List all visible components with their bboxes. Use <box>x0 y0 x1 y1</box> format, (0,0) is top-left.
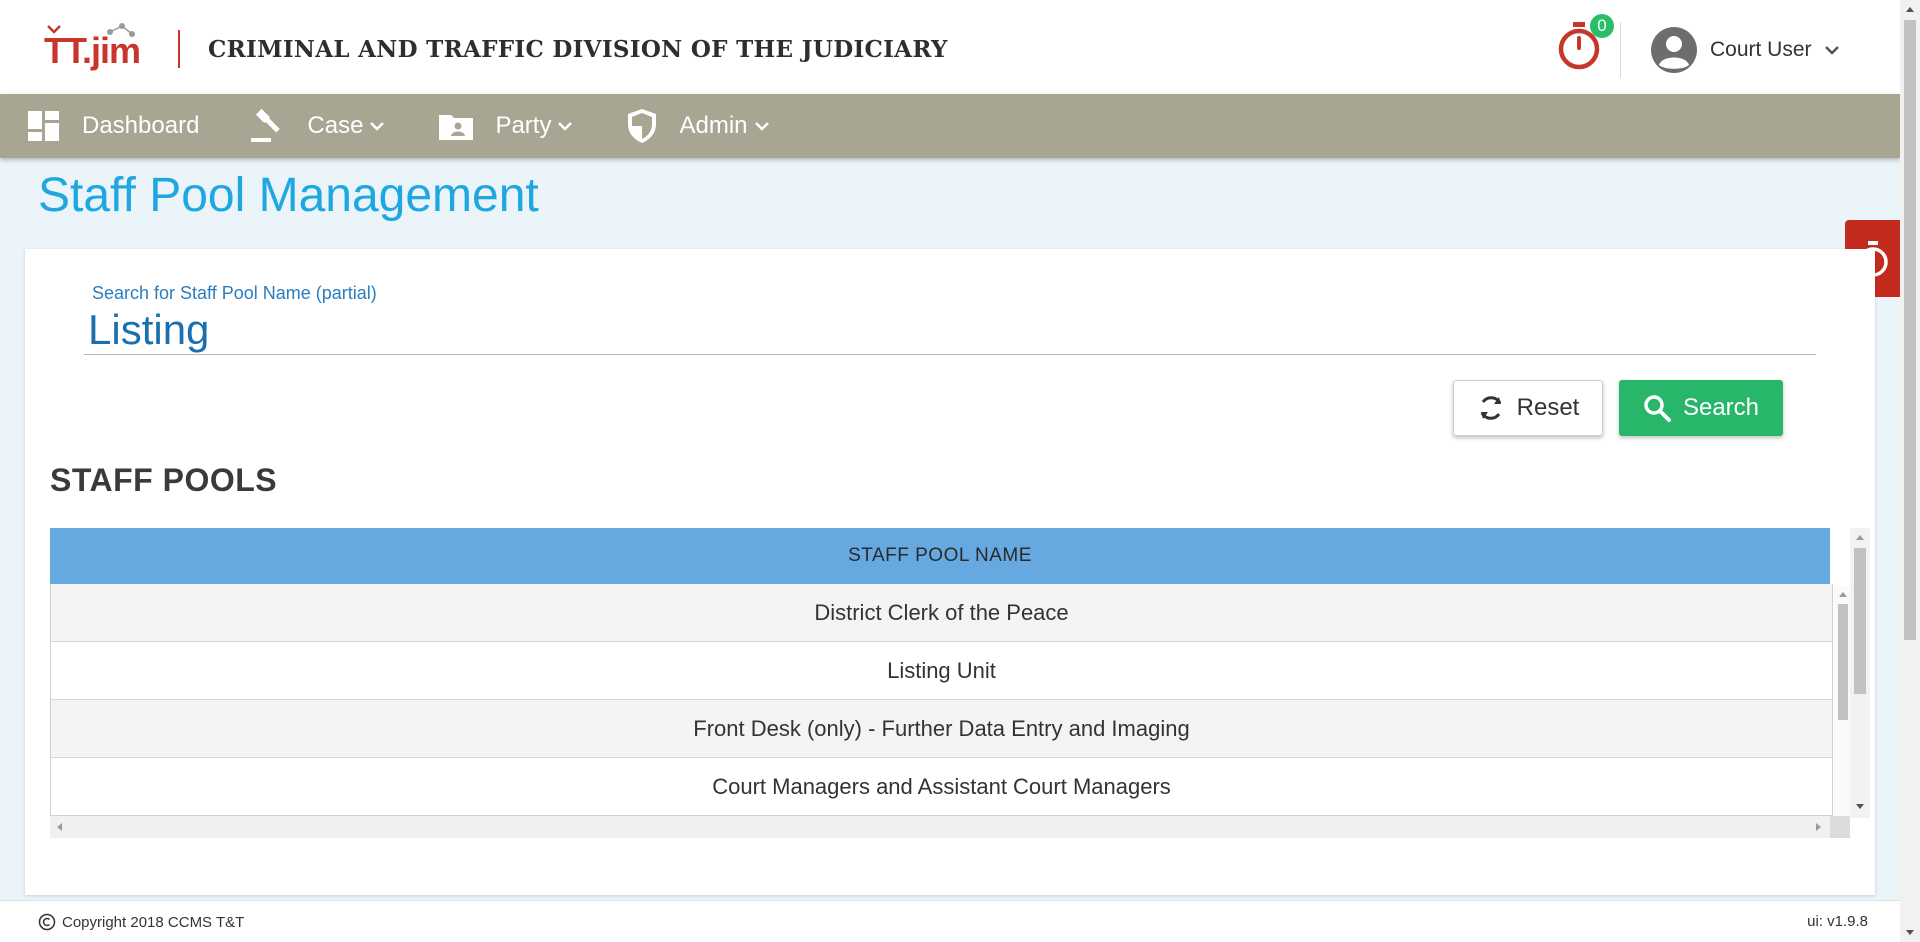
nav-item-dashboard[interactable]: Dashboard <box>28 94 199 158</box>
user-avatar-icon <box>1651 27 1697 73</box>
main-nav: Dashboard Case Party Admin <box>0 94 1900 158</box>
staff-pools-grid: STAFF POOL NAME District Clerk of the Pe… <box>50 528 1870 838</box>
chevron-down-icon <box>369 121 385 131</box>
page-vertical-scrollbar[interactable] <box>1900 0 1920 942</box>
page-footer: Copyright 2018 CCMS T&T ui: v1.9.8 <box>0 900 1900 942</box>
chevron-down-icon <box>754 121 770 131</box>
search-icon <box>1644 395 1671 422</box>
nav-label-party: Party <box>495 112 552 139</box>
grid-vertical-scrollbar[interactable] <box>1850 528 1870 818</box>
reset-button-label: Reset <box>1516 394 1580 421</box>
user-menu[interactable]: Court User <box>1650 26 1840 74</box>
grid-horizontal-scrollbar[interactable] <box>50 816 1850 838</box>
copyright-text: Copyright 2018 CCMS T&T <box>62 913 245 931</box>
app-title: CRIMINAL AND TRAFFIC DIVISION OF THE JUD… <box>208 36 948 63</box>
search-label: Search for Staff Pool Name (partial) <box>92 283 377 303</box>
reset-button[interactable]: Reset <box>1453 380 1603 436</box>
nav-label-dashboard: Dashboard <box>82 112 200 139</box>
timer-count-badge: 0 <box>1590 14 1614 38</box>
scrollbar-graphic <box>1854 535 1866 809</box>
table-row[interactable]: Listing Unit <box>51 642 1832 700</box>
chevron-down-icon <box>557 121 573 131</box>
chevron-down-icon <box>1824 46 1839 55</box>
page-title: Staff Pool Management <box>38 169 539 222</box>
refresh-icon <box>1480 396 1501 420</box>
tt-jim-logo[interactable]: TT.jim <box>44 22 148 74</box>
table-row[interactable]: District Clerk of the Peace <box>51 584 1832 642</box>
dashboard-icon <box>28 111 60 141</box>
app-header: TT.jim CRIMINAL AND TRAFFIC DIVISION OF … <box>0 0 1900 94</box>
folder-person-icon <box>439 112 474 140</box>
nav-item-case[interactable]: Case <box>249 94 385 158</box>
header-timer-button[interactable]: 0 <box>1556 14 1614 72</box>
search-button-label: Search <box>1682 394 1760 421</box>
logo-divider <box>178 30 180 68</box>
search-button[interactable]: Search <box>1619 380 1783 436</box>
logo-text: TT.jim <box>44 30 141 71</box>
grid-body: District Clerk of the Peace Listing Unit… <box>50 584 1833 816</box>
nav-label-case: Case <box>307 112 364 139</box>
search-card: Search for Staff Pool Name (partial) Res… <box>25 249 1875 895</box>
user-name: Court User <box>1710 38 1812 61</box>
nav-item-admin[interactable]: Admin <box>627 94 769 158</box>
table-row[interactable]: Front Desk (only) - Further Data Entry a… <box>51 700 1832 758</box>
nav-label-admin: Admin <box>679 112 748 139</box>
nav-item-party[interactable]: Party <box>439 94 573 158</box>
version-label: ui: v1.9.8 <box>1807 913 1868 930</box>
copyright: Copyright 2018 CCMS T&T <box>38 913 244 931</box>
gavel-icon <box>249 108 285 144</box>
header-divider <box>1620 22 1621 78</box>
copyright-icon <box>38 913 56 931</box>
section-title: STAFF POOLS <box>50 462 278 498</box>
scrollbar-graphic <box>57 816 1850 838</box>
staff-pool-search-input[interactable] <box>84 305 1816 355</box>
scrollbar-graphic <box>1904 7 1916 935</box>
shield-icon <box>627 108 657 144</box>
table-row[interactable]: Court Managers and Assistant Court Manag… <box>51 758 1832 815</box>
column-header-staff-pool-name[interactable]: STAFF POOL NAME <box>50 528 1830 584</box>
